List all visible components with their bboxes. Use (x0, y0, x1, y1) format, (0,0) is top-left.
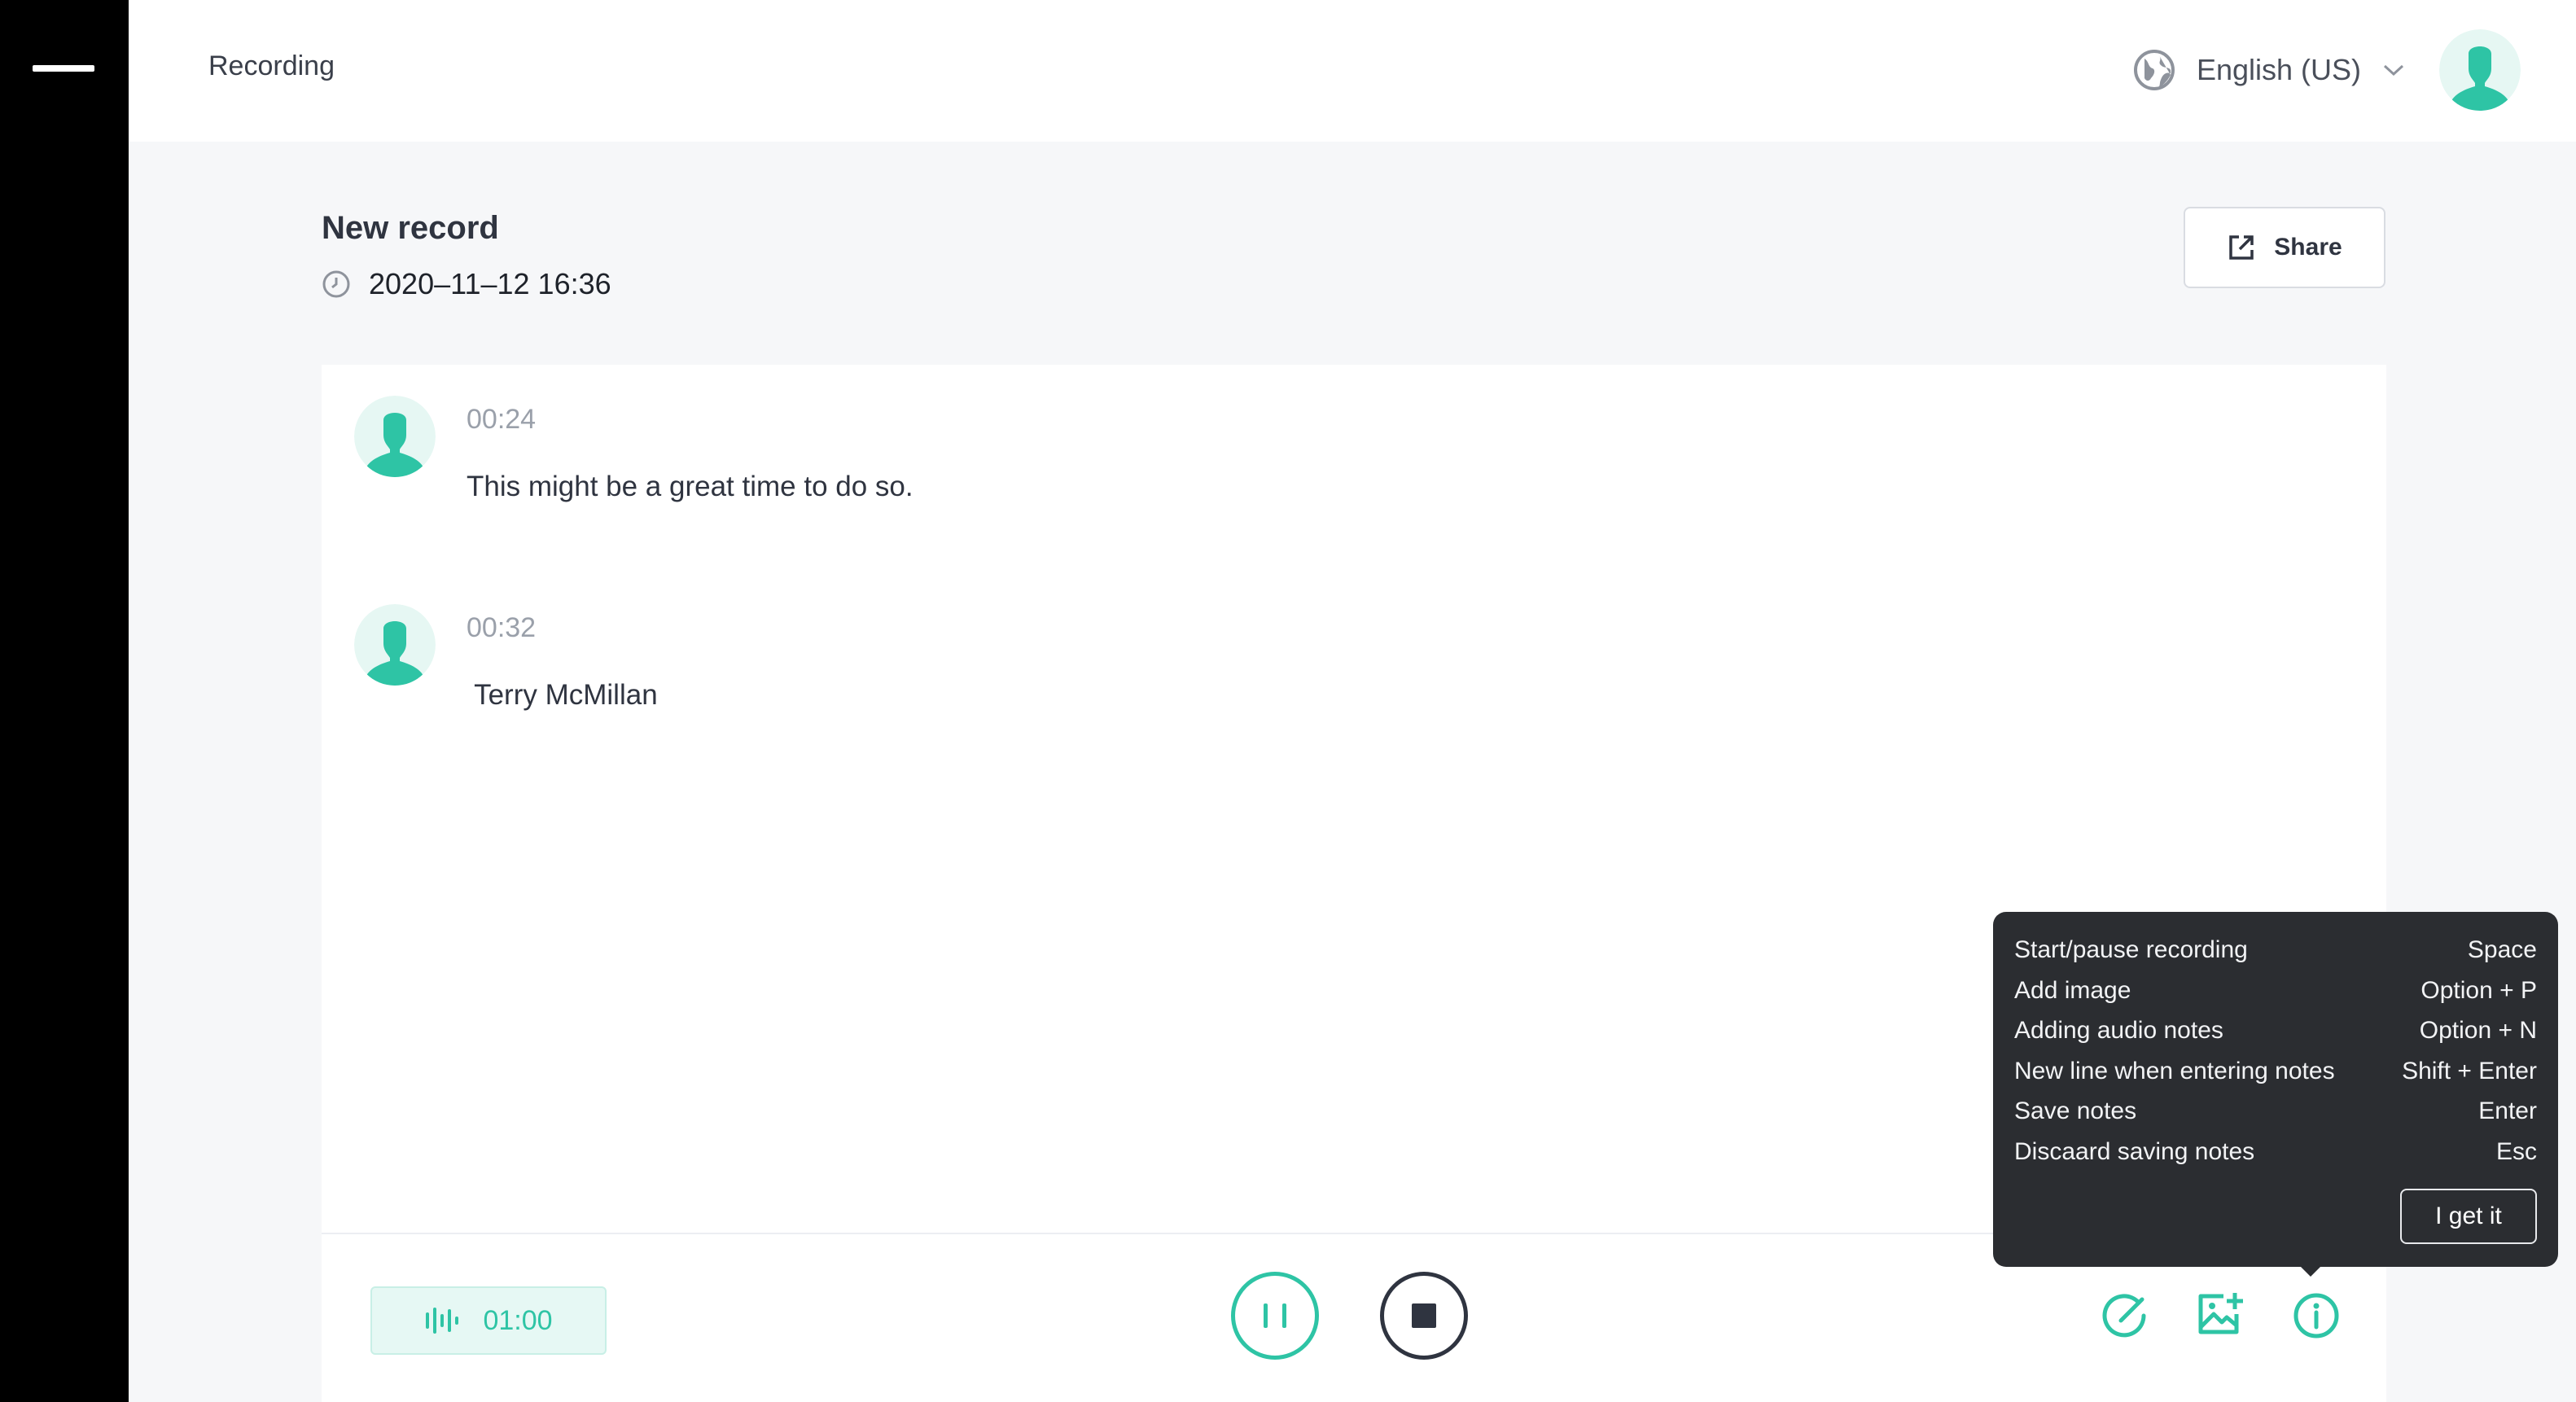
recording-timer: 01:00 (370, 1286, 607, 1355)
pause-icon (1282, 1303, 1286, 1328)
shortcut-action: Adding audio notes (2014, 1017, 2223, 1044)
tooltip-arrow (2298, 1264, 2324, 1277)
shortcut-row: Start/pause recording Space (2014, 936, 2537, 977)
info-icon[interactable] (2290, 1290, 2342, 1342)
add-image-icon[interactable] (2194, 1290, 2246, 1342)
shortcut-row: Save notes Enter (2014, 1098, 2537, 1138)
shortcut-action: Add image (2014, 976, 2131, 1004)
entry-text[interactable]: Terry McMillan (467, 679, 658, 712)
shortcut-action: New line when entering notes (2014, 1057, 2335, 1084)
external-link-icon (2229, 235, 2254, 260)
share-label: Share (2274, 234, 2342, 261)
waveform-icon (426, 1308, 459, 1334)
user-avatar[interactable] (2439, 29, 2521, 111)
stop-button[interactable] (1380, 1272, 1468, 1360)
shortcut-keys: Option + P (2420, 976, 2537, 1004)
shortcut-row: Adding audio notes Option + N (2014, 1017, 2537, 1058)
stop-icon (1412, 1303, 1436, 1328)
globe-icon (2133, 50, 2175, 90)
share-button[interactable]: Share (2184, 207, 2385, 288)
user-icon (354, 604, 436, 686)
entry-timestamp: 00:24 (467, 404, 537, 435)
shortcut-keys: Space (2467, 936, 2537, 963)
page-title: Recording (208, 50, 335, 81)
shortcuts-tooltip: Start/pause recording Space Add image Op… (1993, 912, 2558, 1267)
shortcut-action: Save notes (2014, 1098, 2137, 1124)
shortcut-action: Start/pause recording (2014, 936, 2248, 963)
shortcut-row: Add image Option + P (2014, 977, 2537, 1018)
entry-timestamp: 00:32 (467, 612, 537, 643)
user-icon (354, 396, 436, 477)
language-label: English (US) (2196, 53, 2361, 86)
shortcut-row: Discaard saving notes Esc (2014, 1138, 2537, 1179)
record-title: New record (322, 210, 499, 246)
shortcut-keys: Enter (2478, 1098, 2537, 1124)
speaker-avatar (354, 396, 436, 477)
shortcut-row: New line when entering notes Shift + Ent… (2014, 1058, 2537, 1098)
top-bar: Recording English (US) (129, 0, 2576, 142)
chevron-down-icon (2383, 64, 2404, 77)
clock-icon (322, 270, 350, 298)
entry-text[interactable]: This might be a great time to do so. (467, 471, 913, 503)
shortcut-keys: Esc (2495, 1137, 2537, 1165)
language-selector[interactable]: English (US) (2133, 41, 2405, 99)
shortcut-keys: Option + N (2419, 1017, 2537, 1044)
edit-note-icon[interactable] (2098, 1290, 2150, 1342)
user-icon (2439, 29, 2521, 111)
pause-button[interactable] (1231, 1272, 1319, 1360)
sidebar (0, 0, 129, 1402)
got-it-button[interactable]: I get it (2400, 1189, 2537, 1244)
timer-value: 01:00 (483, 1304, 553, 1336)
menu-icon[interactable] (33, 65, 94, 72)
shortcut-keys: Shift + Enter (2402, 1057, 2537, 1084)
record-date-row: 2020–11–12 16:36 (322, 267, 611, 301)
record-date: 2020–11–12 16:36 (369, 267, 611, 300)
speaker-avatar (354, 604, 436, 686)
pause-icon (1264, 1303, 1268, 1328)
shortcut-action: Discaard saving notes (2014, 1137, 2255, 1165)
